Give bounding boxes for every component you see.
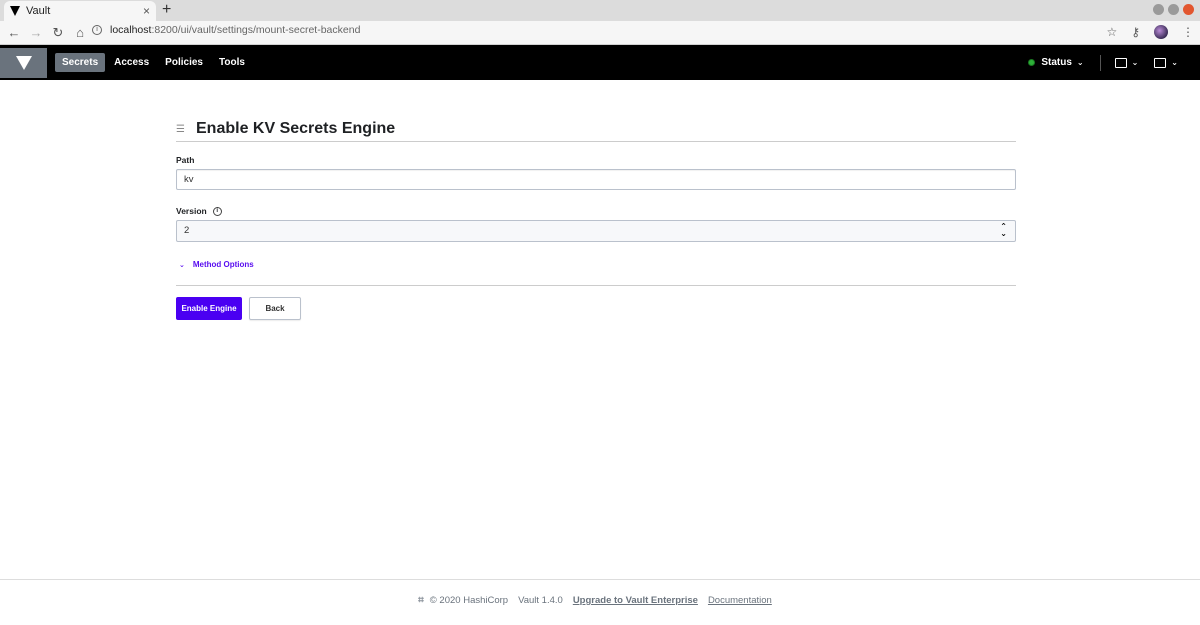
back-button[interactable]: Back [249,297,301,320]
nav-access[interactable]: Access [107,53,156,72]
nav-tools[interactable]: Tools [212,53,252,72]
select-arrows-icon: ⌃ ⌄ [1000,222,1007,238]
method-options-label: Method Options [192,260,254,269]
minimize-icon[interactable] [1153,4,1164,15]
window-controls [1153,4,1194,15]
upgrade-link[interactable]: Upgrade to Vault Enterprise [573,595,698,606]
footer-divider [0,579,1200,580]
hashicorp-logo-icon: ⌗ [418,595,424,606]
browser-menu-icon[interactable]: ⋮ [1182,25,1194,39]
url-field[interactable]: i localhost:8200/ui/vault/settings/mount… [92,24,360,36]
page-title: Enable KV Secrets Engine [196,120,396,137]
footer: ⌗ © 2020 HashiCorp Vault 1.4.0 Upgrade t… [0,595,1200,606]
navbar-divider [1099,54,1101,71]
divider [176,141,1016,142]
profile-avatar[interactable] [1154,25,1168,39]
address-bar: ← → ↻ ⌂ i localhost:8200/ui/vault/settin… [0,21,1200,45]
divider [176,285,1016,286]
chevron-down-icon[interactable]: ⌄ [1171,58,1178,67]
browser-toolbar-right: ☆ ⚷ ⋮ [1106,25,1194,39]
new-tab-button[interactable]: + [162,2,171,18]
version-label: Version i [176,206,1016,216]
chevron-down-icon[interactable]: ⌄ [1077,58,1084,67]
chevron-down-icon: ⌄ [179,261,185,269]
enable-engine-button[interactable]: Enable Engine [176,297,242,320]
status-indicator-icon [1028,59,1036,66]
path-input[interactable]: kv [176,169,1016,190]
forward-arrow-icon[interactable]: → [26,25,46,40]
vault-logo[interactable] [0,47,47,78]
list-icon: ☰ [176,123,185,135]
site-info-icon[interactable]: i [92,25,102,35]
console-icon[interactable] [1114,57,1127,68]
chevron-down-icon[interactable]: ⌄ [1132,58,1139,67]
version-select[interactable]: 2 ⌃ ⌄ [176,220,1016,242]
method-options-toggle[interactable]: ⌄ Method Options [179,260,1016,269]
footer-version: Vault 1.4.0 [518,595,563,606]
path-label-text: Path [176,155,195,165]
nav-secrets[interactable]: Secrets [55,53,106,72]
status-menu[interactable]: Status [1041,57,1072,68]
form-actions: Enable Engine Back [176,297,1016,320]
vault-logo-icon [15,55,32,70]
user-icon[interactable] [1154,57,1167,68]
main-content: ☰ Enable KV Secrets Engine Path kv Versi… [176,118,1016,320]
tab-close-icon[interactable]: × [143,4,150,18]
browser-tab[interactable]: Vault × [4,1,156,21]
version-value: 2 [184,225,190,236]
reload-icon[interactable]: ↻ [48,25,68,41]
maximize-icon[interactable] [1168,4,1179,15]
key-icon[interactable]: ⚷ [1131,25,1140,39]
navbar-right: Status ⌄ ⌄ ⌄ [1028,45,1200,80]
url-path: :8200/ui/vault/settings/mount-secret-bac… [151,24,361,36]
tab-title: Vault [26,5,51,17]
version-label-text: Version [176,206,207,216]
nav-policies[interactable]: Policies [158,53,210,72]
home-icon[interactable]: ⌂ [70,25,90,40]
footer-copyright: © 2020 HashiCorp [429,595,509,606]
browser-tab-bar: Vault × + [0,0,1200,21]
url-host: localhost [110,24,152,36]
page-heading: ☰ Enable KV Secrets Engine [176,118,1016,140]
bookmark-star-icon[interactable]: ☆ [1106,25,1117,39]
back-arrow-icon[interactable]: ← [4,25,24,40]
path-label: Path [176,155,1016,165]
vault-favicon-icon [10,6,20,16]
documentation-link[interactable]: Documentation [708,595,772,606]
info-icon[interactable]: i [212,206,222,216]
close-window-icon[interactable] [1183,4,1194,15]
vault-navbar: Secrets Access Policies Tools Status ⌄ ⌄… [0,45,1200,80]
